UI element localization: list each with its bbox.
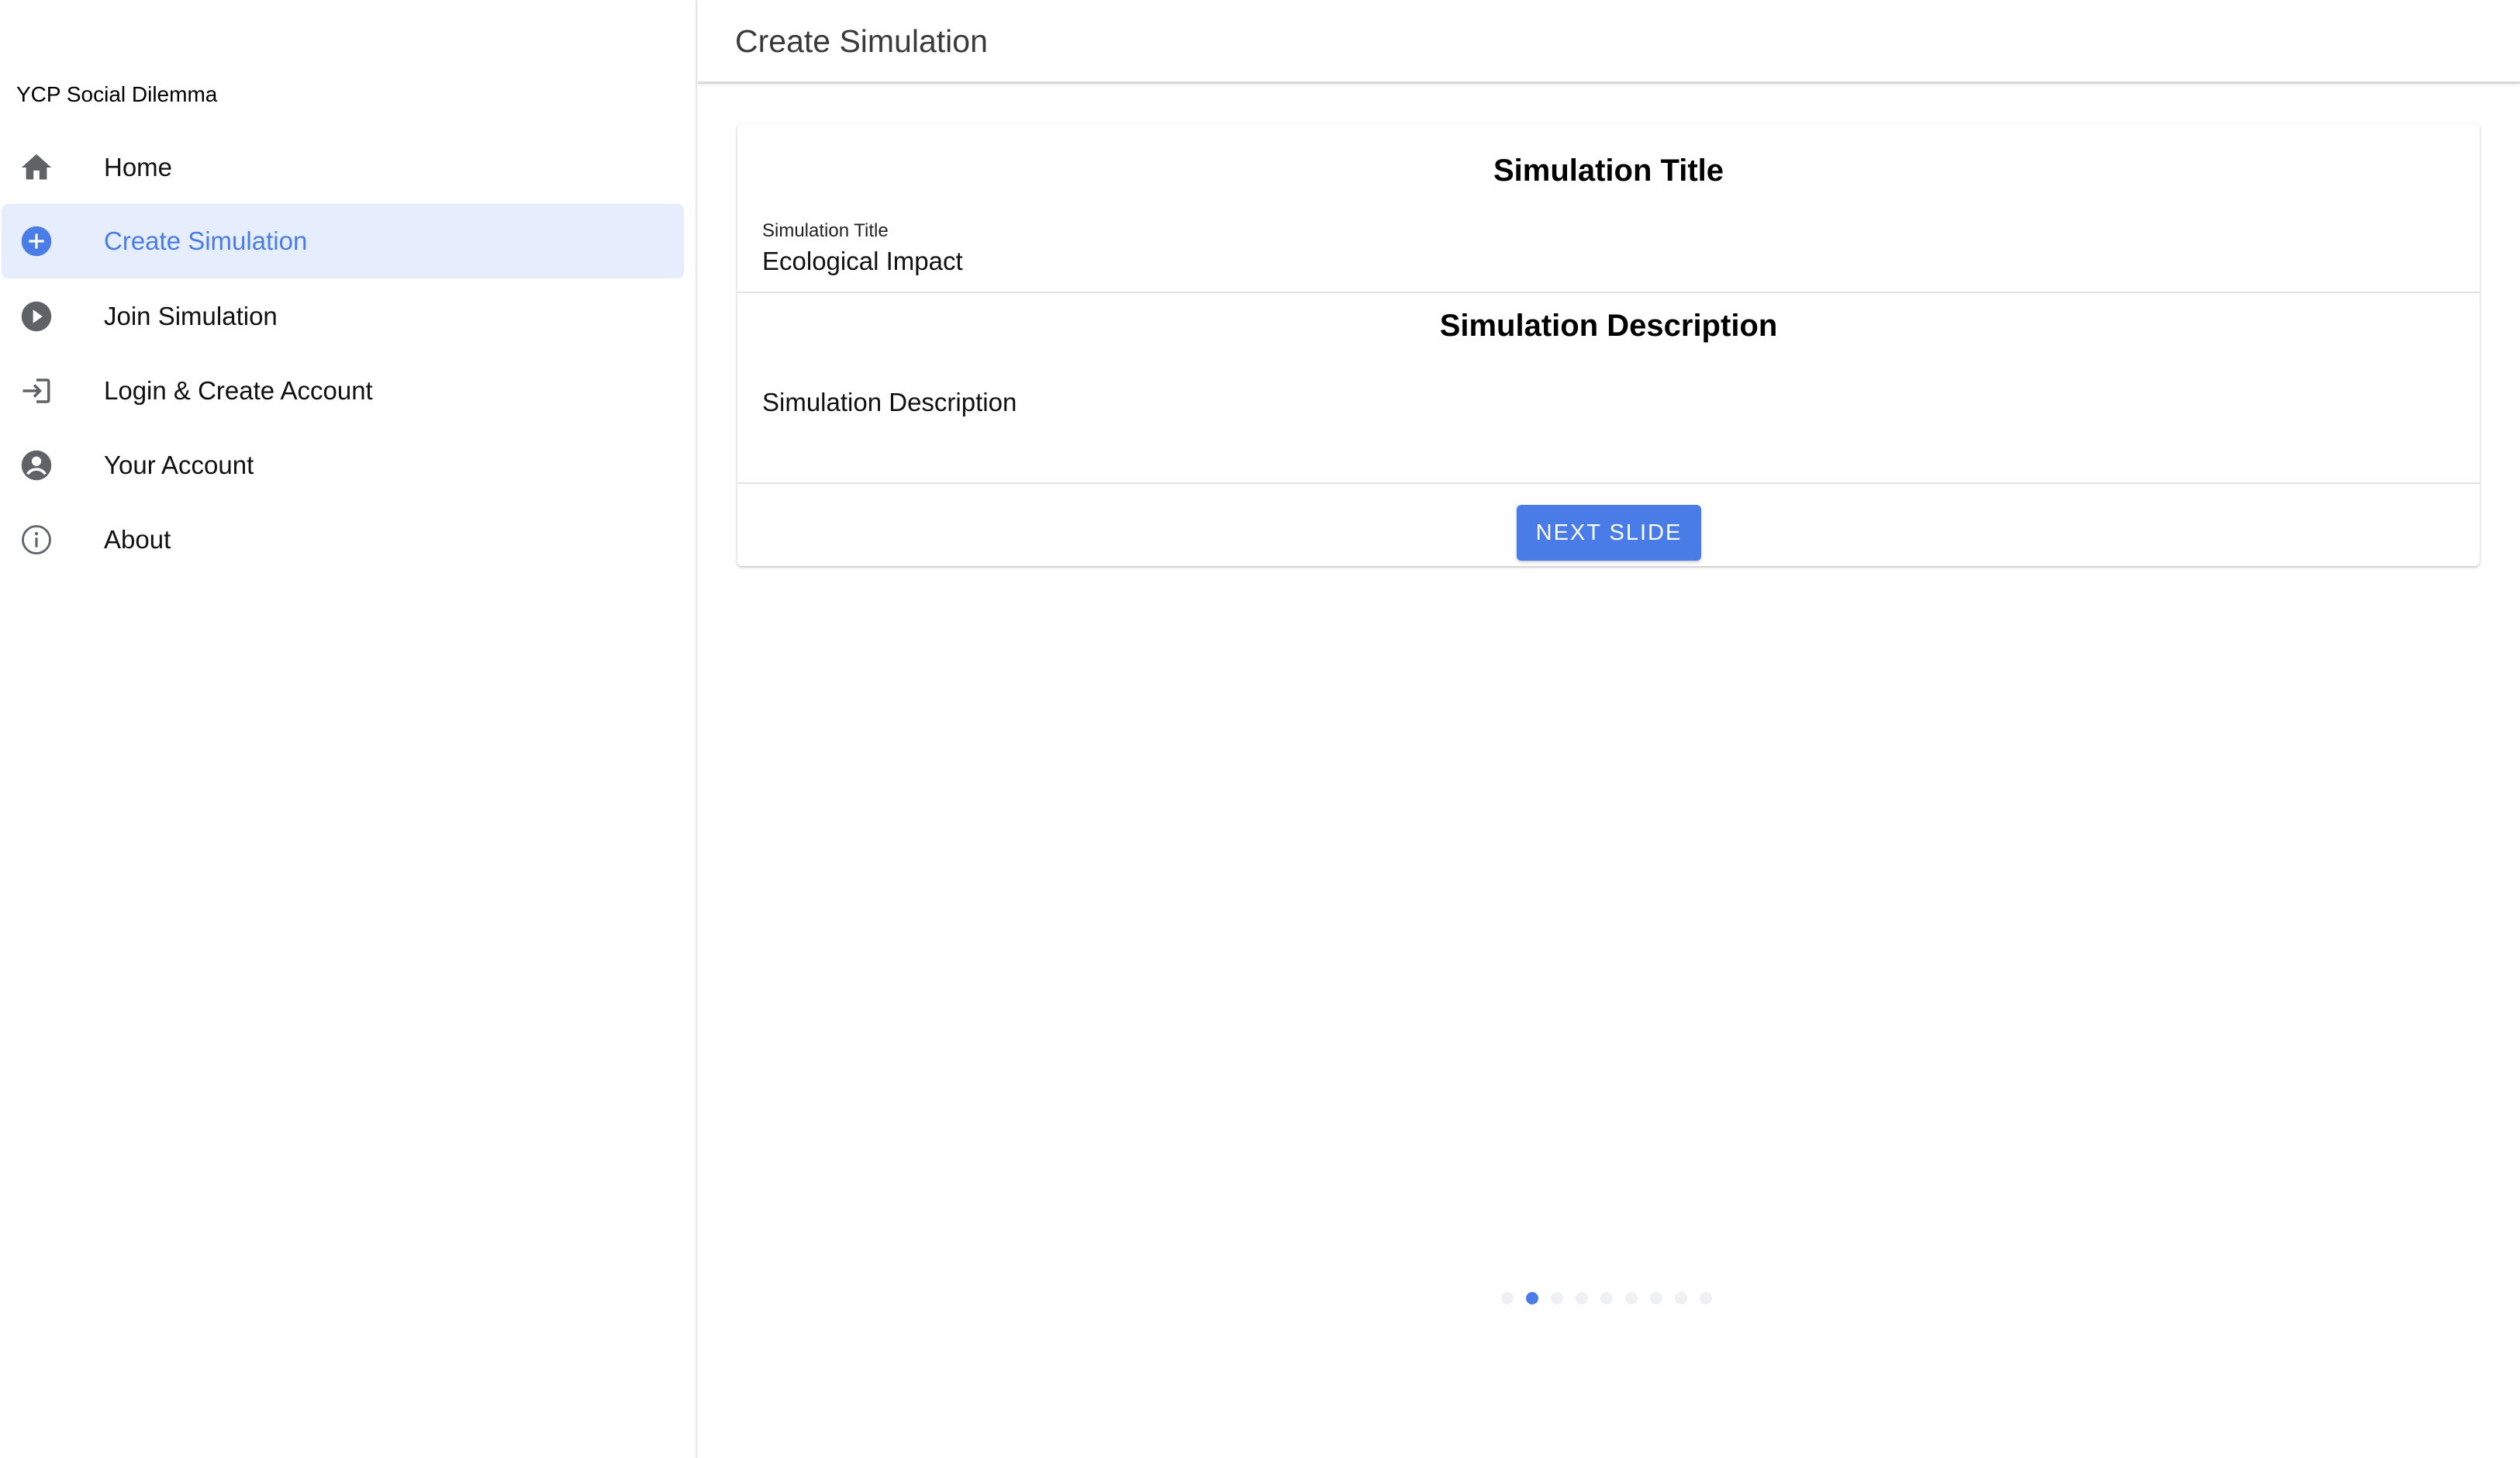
pager-dot-7[interactable] (1650, 1292, 1662, 1304)
pager-dot-2[interactable] (1526, 1292, 1538, 1304)
sidebar-item-label: Create Simulation (104, 226, 308, 255)
pager-dot-5[interactable] (1600, 1292, 1613, 1304)
simulation-card: Simulation Title Simulation Title Simula… (737, 124, 2480, 566)
sidebar-item-label: Join Simulation (104, 302, 278, 330)
pager-dot-9[interactable] (1700, 1292, 1712, 1304)
sidebar-item-home[interactable]: Home (2, 130, 684, 205)
description-section-heading: Simulation Description (1439, 309, 1778, 343)
top-app-bar: Create Simulation (698, 0, 2520, 84)
sidebar-item-label: Home (104, 153, 173, 181)
simulation-title-input[interactable] (762, 247, 1925, 276)
pager-dot-3[interactable] (1551, 1292, 1563, 1304)
sidebar-item-your-account[interactable]: Your Account (2, 428, 684, 503)
next-slide-button[interactable]: NEXT SLIDE (1517, 505, 1701, 561)
slide-pager (1501, 1292, 1712, 1304)
account-circle-icon (19, 447, 54, 483)
sidebar-item-about[interactable]: About (2, 503, 684, 577)
sidebar-item-create-simulation[interactable]: Create Simulation (2, 204, 684, 278)
info-icon (19, 522, 54, 558)
simulation-title-field-label: Simulation Title (762, 220, 889, 241)
sidebar-item-label: Your Account (104, 451, 254, 479)
title-section-heading: Simulation Title (1493, 154, 1724, 188)
play-circle-icon (19, 299, 54, 334)
sidebar-item-label: About (104, 525, 171, 554)
page-title: Create Simulation (735, 23, 988, 59)
sidebar-item-login[interactable]: Login & Create Account (2, 354, 684, 428)
app-name: YCP Social Dilemma (16, 82, 218, 106)
add-circle-icon (19, 223, 54, 259)
home-icon (19, 150, 54, 185)
sidebar-item-label: Login & Create Account (104, 376, 373, 405)
pager-dot-6[interactable] (1625, 1292, 1638, 1304)
pager-dot-8[interactable] (1675, 1292, 1687, 1304)
pager-dot-4[interactable] (1576, 1292, 1588, 1304)
simulation-description-input[interactable] (762, 388, 2158, 417)
section-divider (737, 482, 2480, 484)
sidebar: YCP Social Dilemma Home Create Simulatio… (0, 0, 697, 1458)
login-icon (19, 373, 54, 409)
section-divider (737, 292, 2480, 293)
pager-dot-1[interactable] (1501, 1292, 1514, 1304)
sidebar-item-join-simulation[interactable]: Join Simulation (2, 279, 684, 354)
